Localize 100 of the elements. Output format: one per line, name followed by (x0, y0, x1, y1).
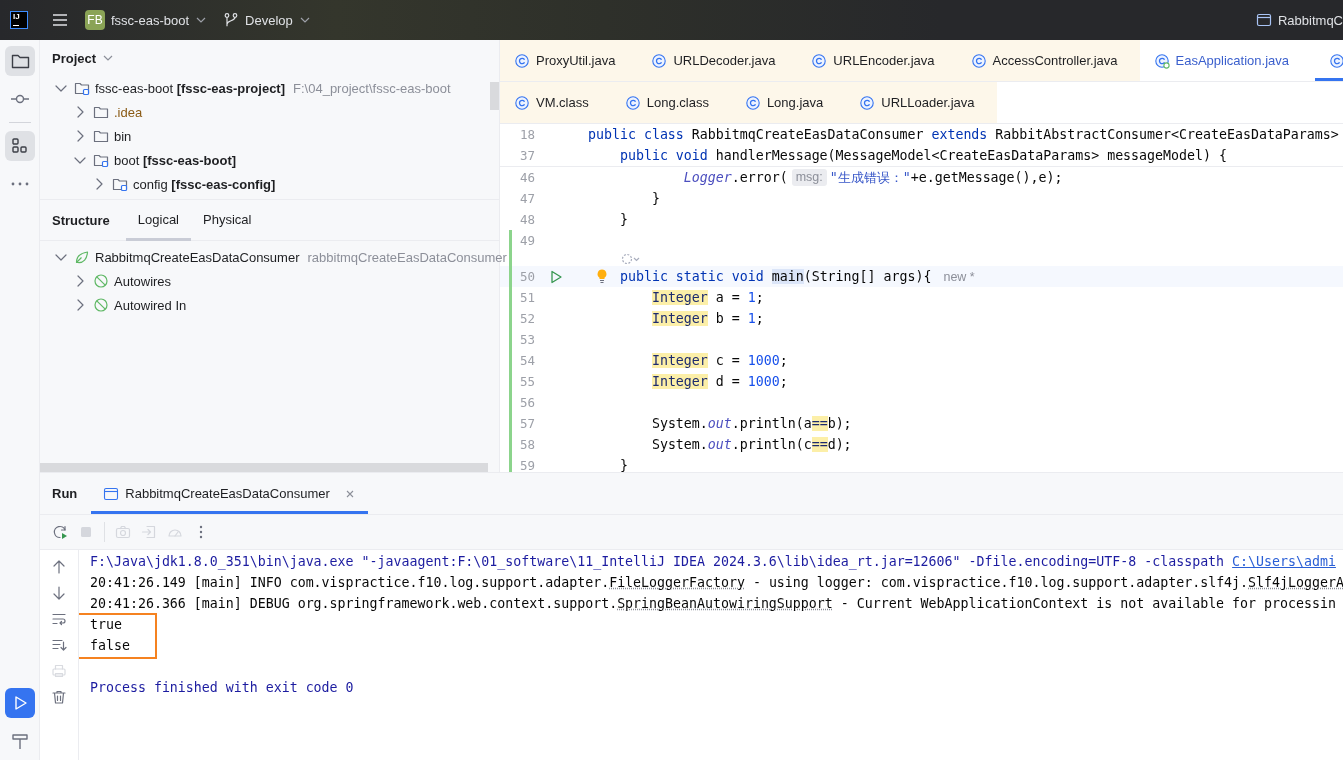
console-line: 20:41:26.149 [main] INFO com.vispractice.f10.log.support.adapter.FileLoggerFactory - using logger: com.vispractice.f10.log.support.adapter.slf4j.Slf4jLoggerA (90, 574, 1343, 592)
inlay-hint: msg: (791, 169, 827, 186)
class-icon (970, 52, 987, 69)
console-line: false (90, 637, 131, 655)
branch-widget[interactable]: Develop (223, 12, 311, 28)
panel-title[interactable]: Project (52, 50, 115, 66)
structure-tool-button[interactable] (4, 131, 35, 161)
console-line: Process finished with exit code 0 (90, 679, 355, 697)
arrow-up-icon[interactable] (51, 559, 67, 575)
arrow-down-icon[interactable] (51, 585, 67, 601)
tree-item[interactable]: config [fssc-eas-config] (133, 176, 276, 192)
folder-tool-button[interactable] (4, 46, 35, 76)
line-number: 46 (519, 170, 535, 185)
line-number: 49 (519, 233, 535, 248)
tree-item[interactable]: RabbitmqCreateEasDataConsumer (95, 249, 300, 265)
tree-item[interactable]: boot [fssc-eas-boot] (114, 152, 237, 168)
autowire-icon (93, 273, 109, 289)
scrollbar-thumb[interactable] (490, 82, 499, 110)
line-number: 55 (519, 374, 535, 389)
code-text: System.out.println(a==b); (651, 416, 852, 431)
hammer-icon (9, 731, 30, 751)
file-tab[interactable]: VM.class (500, 82, 611, 123)
path-link[interactable]: C:\Users\admi (1232, 554, 1336, 569)
file-tab[interactable]: ProxyUtil.java (500, 40, 638, 81)
line-number: 53 (519, 332, 535, 347)
code-text: public static void main(String[] args){ (619, 269, 932, 284)
code-text: System.out.println(c==d); (651, 437, 852, 452)
line-number: 48 (519, 212, 535, 227)
panel-title: Run (51, 485, 78, 503)
class-icon (1329, 52, 1343, 69)
line-number: 18 (519, 127, 535, 142)
tree-item[interactable]: .idea (114, 104, 143, 120)
console-line: true (90, 616, 123, 634)
autowire-icon (93, 297, 109, 313)
code-text: public class RabbitmqCreateEasDataConsumer extends RabbitAbstractConsumer<CreateEasDataParams> (588, 127, 1339, 142)
path-text: F:\04_project\fssc-eas-boot (293, 80, 451, 96)
trash-icon[interactable] (51, 689, 67, 705)
file-tab[interactable]: Long.class (610, 82, 731, 123)
branch-icon (223, 12, 240, 28)
run-tool-button[interactable] (4, 688, 35, 718)
code-text: } (619, 458, 628, 472)
class-icon (624, 94, 641, 111)
view-tab[interactable]: Logical (125, 200, 191, 241)
tree-item[interactable]: fssc-eas-boot [fssc-eas-project] (95, 80, 286, 96)
file-tab[interactable]: Long.java (730, 82, 846, 123)
app-logo[interactable]: IJ (10, 11, 28, 29)
code-text: Integer c = 1000; (651, 353, 788, 368)
module-folder-icon (112, 176, 128, 192)
line-number: 50 (519, 269, 535, 284)
more-icon (10, 182, 29, 186)
structure-icon (9, 136, 30, 156)
code-text: } (619, 212, 628, 227)
module-folder-icon (93, 152, 109, 168)
class-icon (514, 94, 530, 111)
class-icon (1153, 52, 1170, 69)
code-text: } (651, 191, 660, 206)
line-number: 51 (519, 290, 535, 305)
window-icon (1255, 12, 1272, 28)
folder-icon (93, 128, 109, 144)
rerun-icon[interactable] (52, 524, 68, 540)
class-icon (859, 94, 876, 111)
class-icon (744, 94, 761, 111)
file-tab[interactable]: URLDecoder.java (637, 40, 798, 81)
console-line: 20:41:26.366 [main] DEBUG org.springframework.web.context.support.SpringBeanAutowiringSupport - Current WebApplicationContext is not available for processin (90, 595, 1337, 613)
project-widget[interactable]: FB fssc-eas-boot (85, 10, 208, 30)
file-tab[interactable]: AccessController.java (956, 40, 1140, 81)
line-number: 54 (519, 353, 535, 368)
code-text: Integer b = 1; (651, 311, 764, 326)
tree-item[interactable]: Autowires (114, 273, 172, 289)
code-text: Integer a = 1; (651, 290, 764, 305)
scrollbar-thumb[interactable] (40, 463, 488, 472)
module-folder-icon (74, 80, 90, 96)
line-number: 58 (519, 437, 535, 452)
view-tab[interactable]: Physical (191, 200, 264, 241)
code-text: public void handlerMessage(MessageModel<CreateEasDataParams> messageModel) { (619, 148, 1227, 163)
run-config-widget[interactable]: RabbitmqC (1255, 12, 1343, 28)
class-icon (811, 52, 828, 69)
line-number: 57 (519, 416, 535, 431)
code-text: Integer d = 1000; (651, 374, 788, 389)
class-icon (514, 52, 530, 69)
line-number: 37 (519, 148, 535, 163)
file-tab[interactable]: URLEncoder.java (797, 40, 957, 81)
scroll-to-end-icon[interactable] (51, 637, 67, 653)
tree-item[interactable]: bin (114, 128, 132, 144)
line-number: 56 (519, 395, 535, 410)
file-tab[interactable]: URLLoader.java (845, 82, 997, 123)
code-text: Logger.error( (683, 170, 788, 185)
bean-name-text: rabbitmqCreateEasDataConsumer (307, 249, 507, 265)
panel-title: Structure (52, 211, 110, 230)
class-icon (651, 52, 668, 69)
console-line: F:\Java\jdk1.8.0_351\bin\java.exe "-javaagent:F:\01_software\11_IntelliJ IDEA 2024.3.6\lib\idea_rt.jar=12606" -Dfile.encoding=UTF-8 -classpath C:\Users\admi (90, 553, 1337, 572)
line-number: 47 (519, 191, 535, 206)
leaf-icon (74, 249, 90, 265)
menu-icon[interactable] (51, 11, 69, 29)
code-text: "生成错误："+e.getMessage(),e); (829, 168, 1063, 187)
folder-icon (93, 104, 109, 120)
tree-item[interactable]: Autowired In (114, 297, 187, 313)
line-number: 59 (519, 458, 535, 472)
soft-wrap-icon[interactable] (51, 611, 67, 627)
window-icon (103, 485, 120, 502)
